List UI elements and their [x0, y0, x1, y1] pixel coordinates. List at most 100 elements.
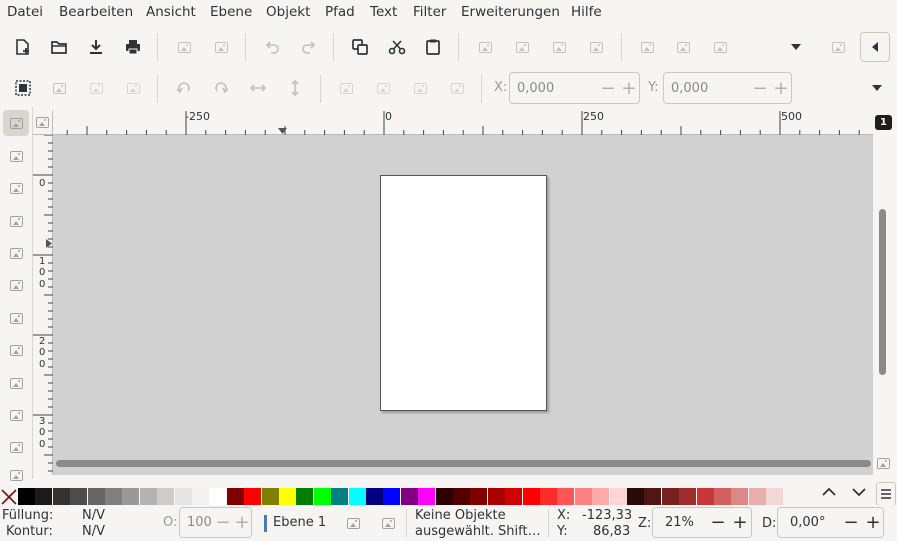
palette-menu-hamburger-icon[interactable]	[876, 482, 896, 506]
flip-horizontal-icon[interactable]	[247, 77, 269, 99]
color-swatch[interactable]	[574, 488, 592, 505]
gradient-tool-icon[interactable]	[3, 402, 29, 428]
color-swatch[interactable]	[209, 488, 227, 505]
toggle-panel-button[interactable]	[860, 32, 890, 62]
zoom-selection-icon[interactable]	[474, 36, 496, 58]
deselect-icon[interactable]	[85, 77, 107, 99]
menu-bearbeiten[interactable]: Bearbeiten	[59, 4, 133, 20]
menu-objekt[interactable]: Objekt	[266, 4, 310, 20]
redo-icon[interactable]	[298, 36, 320, 58]
rotate-cw-icon[interactable]	[210, 77, 232, 99]
zoom-width-icon[interactable]	[585, 36, 607, 58]
raise-to-top-icon[interactable]	[335, 77, 357, 99]
color-swatch[interactable]	[644, 488, 662, 505]
opacity-spinbox[interactable]: − +	[179, 507, 252, 538]
document-page[interactable]	[380, 175, 547, 411]
copy-icon[interactable]	[349, 36, 371, 58]
star-tool-icon[interactable]	[3, 272, 29, 298]
menu-ansicht[interactable]: Ansicht	[146, 4, 196, 20]
layer-lock-icon[interactable]	[377, 512, 399, 534]
vertical-ruler[interactable]: 0 1 0 0 2 0 0 3 0 0	[33, 135, 53, 475]
color-swatch[interactable]	[279, 488, 296, 505]
color-swatch[interactable]	[627, 488, 644, 505]
color-swatch[interactable]	[679, 488, 697, 505]
text-tool-icon[interactable]	[3, 370, 29, 396]
ruler-corner-guide-icon[interactable]	[33, 111, 53, 135]
color-swatch[interactable]	[453, 488, 470, 505]
color-swatch[interactable]	[296, 488, 314, 505]
menu-text[interactable]: Text	[370, 4, 397, 20]
color-swatch[interactable]	[348, 488, 366, 505]
color-swatch[interactable]	[174, 488, 192, 505]
lock-guides-icon[interactable]	[873, 453, 893, 473]
flip-vertical-icon[interactable]	[284, 77, 306, 99]
color-swatch[interactable]	[540, 488, 557, 505]
selector-tool-icon[interactable]	[3, 110, 29, 136]
color-swatch[interactable]	[505, 488, 523, 505]
color-swatch[interactable]	[70, 488, 88, 505]
palette-scroll-up-icon[interactable]	[818, 481, 840, 503]
color-swatch[interactable]	[192, 488, 209, 505]
rectangle-tool-icon[interactable]	[3, 208, 29, 234]
x-input[interactable]	[510, 73, 596, 103]
color-swatch[interactable]	[400, 488, 418, 505]
color-swatch[interactable]	[139, 488, 157, 505]
color-swatch[interactable]	[52, 488, 70, 505]
zoom-out-minus-icon[interactable]: −	[707, 508, 729, 537]
color-swatch[interactable]	[18, 488, 35, 505]
color-swatch[interactable]	[244, 488, 262, 505]
color-swatch[interactable]	[731, 488, 749, 505]
no-paint-x-icon[interactable]	[0, 488, 18, 505]
save-download-icon[interactable]	[85, 36, 107, 58]
opacity-input[interactable]	[180, 508, 216, 537]
color-swatch[interactable]	[661, 488, 679, 505]
menu-ebene[interactable]: Ebene	[210, 4, 252, 20]
select-all-layers-icon[interactable]	[48, 77, 70, 99]
color-swatch[interactable]	[226, 488, 244, 505]
touch-select-icon[interactable]	[122, 77, 144, 99]
color-swatch[interactable]	[435, 488, 453, 505]
color-swatch[interactable]	[105, 488, 122, 505]
current-layer-name[interactable]: Ebene 1	[273, 515, 326, 530]
zoom-spinbox[interactable]: − +	[652, 507, 752, 538]
open-folder-icon[interactable]	[48, 36, 70, 58]
duplicate-icon[interactable]	[636, 36, 658, 58]
pencil-tool-icon[interactable]	[3, 337, 29, 363]
preferences-icon[interactable]	[827, 36, 849, 58]
new-document-icon[interactable]	[12, 36, 34, 58]
x-spinbox[interactable]: − +	[509, 72, 640, 104]
horizontal-ruler[interactable]: -250 0 250 500	[53, 110, 873, 135]
color-swatch[interactable]	[87, 488, 105, 505]
menu-hilfe[interactable]: Hilfe	[571, 4, 602, 20]
color-swatch[interactable]	[261, 488, 279, 505]
y-decrement-minus-icon[interactable]: −	[749, 73, 771, 103]
node-tool-icon[interactable]	[3, 143, 29, 169]
color-swatch[interactable]	[748, 488, 766, 505]
undo-icon[interactable]	[261, 36, 283, 58]
color-swatch[interactable]	[331, 488, 349, 505]
y-increment-plus-icon[interactable]: +	[770, 73, 792, 103]
color-swatch[interactable]	[592, 488, 610, 505]
drawing-canvas[interactable]	[53, 135, 873, 475]
page-count-badge[interactable]: 1	[875, 115, 892, 130]
lower-to-bottom-icon[interactable]	[446, 77, 468, 99]
opacity-plus-icon[interactable]: +	[231, 508, 253, 537]
zoom-in-plus-icon[interactable]: +	[729, 508, 751, 537]
palette-scroll-down-icon[interactable]	[848, 481, 870, 503]
vertical-scrollbar[interactable]	[879, 209, 886, 375]
menu-filter[interactable]: Filter	[413, 4, 446, 20]
color-swatch[interactable]	[383, 488, 401, 505]
horizontal-scrollbar[interactable]	[56, 460, 871, 467]
menu-erweiterungen[interactable]: Erweiterungen	[461, 4, 560, 20]
pen-tool-icon[interactable]	[3, 305, 29, 331]
select-all-icon[interactable]	[12, 77, 34, 99]
y-input[interactable]	[664, 73, 750, 103]
zoom-drawing-icon[interactable]	[511, 36, 533, 58]
dropper-tool-icon[interactable]	[3, 434, 29, 460]
rotation-spinbox[interactable]: − +	[777, 507, 884, 538]
stroke-value[interactable]: N/V	[82, 524, 105, 539]
paste-clipboard-icon[interactable]	[422, 36, 444, 58]
color-swatch[interactable]	[366, 488, 383, 505]
cut-scissors-icon[interactable]	[386, 36, 408, 58]
color-swatch[interactable]	[313, 488, 331, 505]
